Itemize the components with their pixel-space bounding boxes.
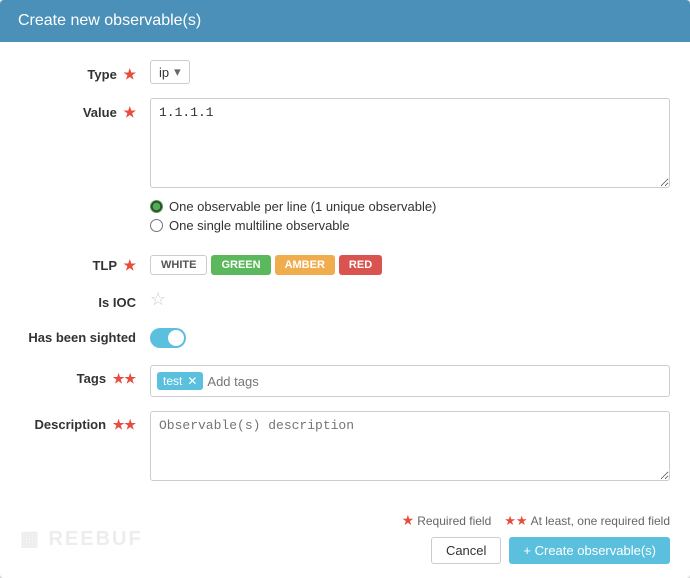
legend-required-text: Required field (417, 514, 491, 528)
value-required-star: ★ (123, 104, 136, 120)
description-row: Description ★★ (20, 411, 670, 484)
tags-input-field[interactable] (207, 374, 663, 389)
tlp-group: WHITE GREEN AMBER RED (150, 251, 670, 275)
legend-star: ★ (402, 512, 415, 529)
description-textarea[interactable] (150, 411, 670, 481)
ioc-control-wrap: ☆ (150, 289, 670, 310)
tlp-row: TLP ★ WHITE GREEN AMBER RED (20, 251, 670, 275)
radio-per-line-label: One observable per line (1 unique observ… (169, 199, 436, 214)
radio-option-multiline[interactable]: One single multiline observable (150, 218, 670, 233)
tag-test-label: test (163, 374, 182, 388)
tag-test: test ✕ (157, 372, 203, 390)
tlp-required-star: ★ (123, 257, 136, 273)
description-double-star: ★★ (113, 417, 136, 432)
type-required-star: ★ (123, 66, 136, 82)
radio-per-line-input[interactable] (150, 200, 163, 213)
value-row: Value ★ 1.1.1.1 One observable per line … (20, 98, 670, 237)
tlp-red-button[interactable]: RED (339, 255, 382, 275)
tags-double-star: ★★ (113, 371, 136, 386)
tag-test-remove[interactable]: ✕ (187, 374, 197, 388)
value-control-wrap: 1.1.1.1 One observable per line (1 uniqu… (150, 98, 670, 237)
modal-title: Create new observable(s) (18, 12, 201, 29)
type-label: Type ★ (20, 60, 150, 83)
tlp-amber-button[interactable]: AMBER (275, 255, 335, 275)
tags-control-wrap: test ✕ (150, 365, 670, 397)
tlp-label: TLP ★ (20, 251, 150, 274)
footer-right: ★ Required field ★★ At least, one requir… (399, 512, 670, 564)
radio-group: One observable per line (1 unique observ… (150, 199, 670, 233)
sighted-row: Has been sighted (20, 324, 670, 351)
footer-legend: ★ Required field ★★ At least, one requir… (399, 512, 670, 529)
type-value: ip (159, 65, 169, 80)
tags-input-container[interactable]: test ✕ (150, 365, 670, 397)
tlp-white-button[interactable]: WHITE (150, 255, 207, 275)
tlp-green-button[interactable]: GREEN (211, 255, 270, 275)
modal-body: Type ★ ip ▾ Value ★ 1.1.1.1 (0, 42, 690, 508)
legend-atleast-text: At least, one required field (531, 514, 670, 528)
legend-required-item: ★ Required field (399, 512, 492, 529)
tlp-control-wrap: WHITE GREEN AMBER RED (150, 251, 670, 275)
description-control-wrap (150, 411, 670, 484)
modal-footer-area: ▦ REEBUF ★ Required field ★★ At least, o… (0, 508, 690, 578)
radio-multiline-input[interactable] (150, 219, 163, 232)
ioc-row: Is IOC ☆ (20, 289, 670, 310)
tags-row: Tags ★★ test ✕ (20, 365, 670, 397)
modal-header: Create new observable(s) (0, 0, 690, 42)
watermark-area: ▦ REEBUF (20, 526, 143, 551)
value-textarea[interactable]: 1.1.1.1 (150, 98, 670, 188)
type-row: Type ★ ip ▾ (20, 60, 670, 84)
sighted-toggle[interactable] (150, 328, 186, 348)
type-caret-icon: ▾ (174, 64, 181, 80)
radio-multiline-label: One single multiline observable (169, 218, 350, 233)
sighted-label: Has been sighted (20, 324, 150, 345)
watermark-text: ▦ REEBUF (20, 526, 143, 551)
tags-label: Tags ★★ (20, 365, 150, 387)
cancel-button[interactable]: Cancel (431, 537, 501, 564)
legend-double-star: ★★ (504, 513, 527, 529)
value-label: Value ★ (20, 98, 150, 121)
sighted-control-wrap (150, 324, 670, 351)
ioc-label: Is IOC (20, 289, 150, 310)
legend-atleast-item: ★★ At least, one required field (501, 513, 670, 529)
create-observable-button[interactable]: + Create observable(s) (509, 537, 670, 564)
footer-actions: Cancel + Create observable(s) (431, 537, 670, 564)
description-label: Description ★★ (20, 411, 150, 433)
create-observable-modal: Create new observable(s) Type ★ ip ▾ Val… (0, 0, 690, 578)
radio-option-per-line[interactable]: One observable per line (1 unique observ… (150, 199, 670, 214)
ioc-star-icon[interactable]: ☆ (150, 286, 166, 309)
type-dropdown[interactable]: ip ▾ (150, 60, 190, 84)
type-control-wrap: ip ▾ (150, 60, 670, 84)
